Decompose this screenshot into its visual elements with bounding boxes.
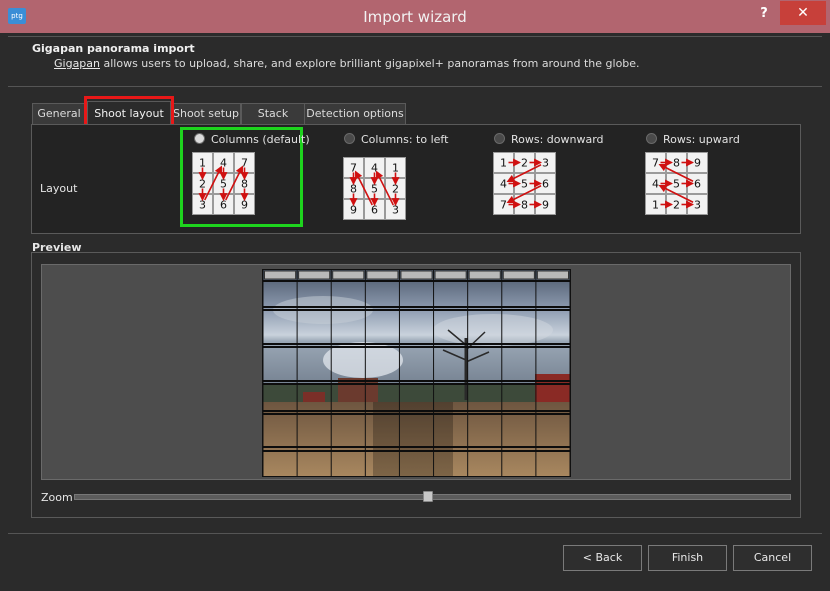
page-description: Gigapan allows users to upload, share, a… xyxy=(54,57,640,70)
grid-cell-number: 3 xyxy=(392,204,399,217)
grid-cell-number: 3 xyxy=(694,199,701,212)
page-title: Gigapan panorama import xyxy=(32,42,195,55)
grid-cell-number: 9 xyxy=(694,157,701,170)
close-button[interactable]: ✕ xyxy=(780,1,826,25)
tab-stack[interactable]: Stack xyxy=(241,103,305,124)
grid-cell-number: 7 xyxy=(652,157,659,170)
option-label: Columns (default) xyxy=(211,133,310,146)
grid-cell-number: 1 xyxy=(500,157,507,170)
grid-cell-number: 5 xyxy=(673,178,680,191)
grid-cell-number: 3 xyxy=(542,157,549,170)
grid-cell-number: 4 xyxy=(652,178,659,191)
panorama-preview-image xyxy=(262,269,571,477)
tab-shoot-setup[interactable]: Shoot setup xyxy=(171,103,241,124)
grid-cell-number: 6 xyxy=(220,199,227,212)
radio-icon[interactable] xyxy=(494,133,505,144)
close-icon: ✕ xyxy=(797,5,809,21)
radio-icon[interactable] xyxy=(646,133,657,144)
radio-icon[interactable] xyxy=(344,133,355,144)
window-title: Import wizard xyxy=(363,8,467,26)
layout-option-columns-left[interactable]: Columns: to left xyxy=(344,133,448,147)
grid-cell-number: 8 xyxy=(521,199,528,212)
radio-selected-icon[interactable] xyxy=(194,133,205,144)
grid-cell-number: 3 xyxy=(199,199,206,212)
grid-cell-number: 2 xyxy=(521,157,528,170)
grid-cell-number: 8 xyxy=(673,157,680,170)
description-text: allows users to upload, share, and explo… xyxy=(100,57,640,70)
option-label: Columns: to left xyxy=(361,133,449,146)
zoom-slider-thumb[interactable] xyxy=(423,491,433,502)
finish-button[interactable]: Finish xyxy=(648,545,727,571)
grid-cell-number: 4 xyxy=(500,178,507,191)
cancel-button[interactable]: Cancel xyxy=(733,545,812,571)
grid-cell-number: 6 xyxy=(694,178,701,191)
help-button[interactable]: ? xyxy=(752,4,776,24)
grid-cell-number: 9 xyxy=(241,199,248,212)
footer-divider xyxy=(8,533,822,534)
layout-option-columns-default[interactable]: Columns (default) xyxy=(194,133,310,147)
tab-detection-options[interactable]: Detection options xyxy=(304,103,406,124)
header-top-divider xyxy=(8,36,822,37)
grid-cell-number: 9 xyxy=(542,199,549,212)
grid-cell-number: 1 xyxy=(652,199,659,212)
layout-option-rows-downward[interactable]: Rows: downward xyxy=(494,133,604,147)
back-button[interactable]: < Back xyxy=(563,545,642,571)
rows-downward-diagram[interactable]: 1 2 3 4 5 6 7 8 9 xyxy=(493,152,557,216)
rows-upward-diagram[interactable]: 7 8 9 4 5 6 1 2 3 xyxy=(645,152,709,216)
grid-cell-number: 9 xyxy=(350,204,357,217)
grid-cell-number: 5 xyxy=(521,178,528,191)
grid-cell-number: 7 xyxy=(500,199,507,212)
columns-default-diagram[interactable]: 147258369 xyxy=(192,152,256,216)
option-label: Rows: downward xyxy=(511,133,604,146)
zoom-label: Zoom xyxy=(41,491,73,504)
layout-option-rows-upward[interactable]: Rows: upward xyxy=(646,133,740,147)
option-label: Rows: upward xyxy=(663,133,740,146)
tab-general[interactable]: General xyxy=(32,103,86,124)
grid-cell-number: 2 xyxy=(673,199,680,212)
columns-left-diagram[interactable]: 741852963 xyxy=(343,157,407,221)
grid-cell-number: 6 xyxy=(371,204,378,217)
layout-label: Layout xyxy=(40,182,78,195)
grid-cell-number: 6 xyxy=(542,178,549,191)
header-bottom-divider xyxy=(8,86,822,87)
gigapan-link[interactable]: Gigapan xyxy=(54,57,100,70)
